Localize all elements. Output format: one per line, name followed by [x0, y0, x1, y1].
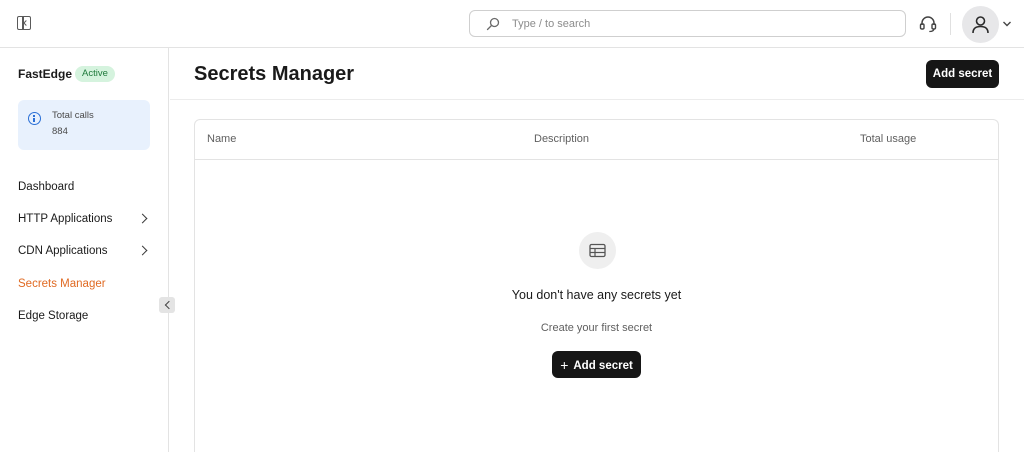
- total-calls-label: Total calls: [52, 110, 94, 121]
- plus-icon: +: [560, 356, 569, 373]
- sidebar-item-label: CDN Applications: [18, 245, 108, 257]
- column-header-total-usage[interactable]: Total usage: [860, 133, 916, 145]
- page-title: Secrets Manager: [194, 63, 355, 85]
- chevron-down-icon[interactable]: [1002, 19, 1012, 29]
- status-badge: Active: [75, 66, 115, 82]
- secrets-table: Name Description Total usage You don't h…: [194, 119, 999, 452]
- collapse-sidebar-button[interactable]: [159, 297, 175, 313]
- page-header: Secrets Manager Add secret: [170, 48, 1024, 100]
- info-icon: [28, 112, 41, 125]
- sidebar-item-edge-storage[interactable]: Edge Storage: [18, 306, 150, 326]
- add-secret-button[interactable]: Add secret: [926, 60, 999, 88]
- chevron-right-icon: [137, 245, 148, 256]
- search-icon: [486, 17, 500, 31]
- sidebar-item-label: Edge Storage: [18, 310, 89, 322]
- total-calls-card: Total calls 884: [18, 100, 150, 150]
- headset-icon[interactable]: [918, 14, 938, 34]
- header-divider: [950, 13, 951, 35]
- sidebar-item-label: HTTP Applications: [18, 213, 113, 225]
- column-header-name[interactable]: Name: [207, 133, 236, 145]
- sidebar-item-label: Secrets Manager: [18, 278, 106, 290]
- sidebar-item-dashboard[interactable]: Dashboard: [18, 177, 150, 197]
- empty-state-icon: [579, 232, 616, 269]
- empty-state-title: You don't have any secrets yet: [511, 288, 682, 302]
- search-box[interactable]: [469, 10, 906, 37]
- table-header: Name Description Total usage: [195, 120, 998, 160]
- sidebar-item-http-applications[interactable]: HTTP Applications: [18, 209, 150, 229]
- sidebar-toggle-icon[interactable]: [17, 16, 31, 30]
- total-calls-value: 884: [52, 126, 68, 137]
- product-name: FastEdge: [18, 67, 73, 81]
- empty-state-add-secret-button[interactable]: + Add secret: [552, 351, 641, 378]
- user-icon: [972, 16, 989, 34]
- empty-state-subtitle: Create your first secret: [540, 322, 653, 334]
- top-bar: [0, 0, 1024, 48]
- sidebar-item-cdn-applications[interactable]: CDN Applications: [18, 241, 150, 261]
- avatar[interactable]: [962, 6, 999, 43]
- sidebar-item-label: Dashboard: [18, 181, 75, 193]
- sidebar-item-secrets-manager[interactable]: Secrets Manager: [18, 274, 150, 294]
- empty-state-button-label: Add secret: [573, 359, 633, 372]
- sidebar: FastEdge Active Total calls 884 Dashboar…: [0, 48, 169, 452]
- chevron-right-icon: [137, 213, 148, 224]
- search-input[interactable]: [512, 11, 892, 36]
- table-icon: [589, 243, 606, 258]
- column-header-description[interactable]: Description: [534, 133, 589, 145]
